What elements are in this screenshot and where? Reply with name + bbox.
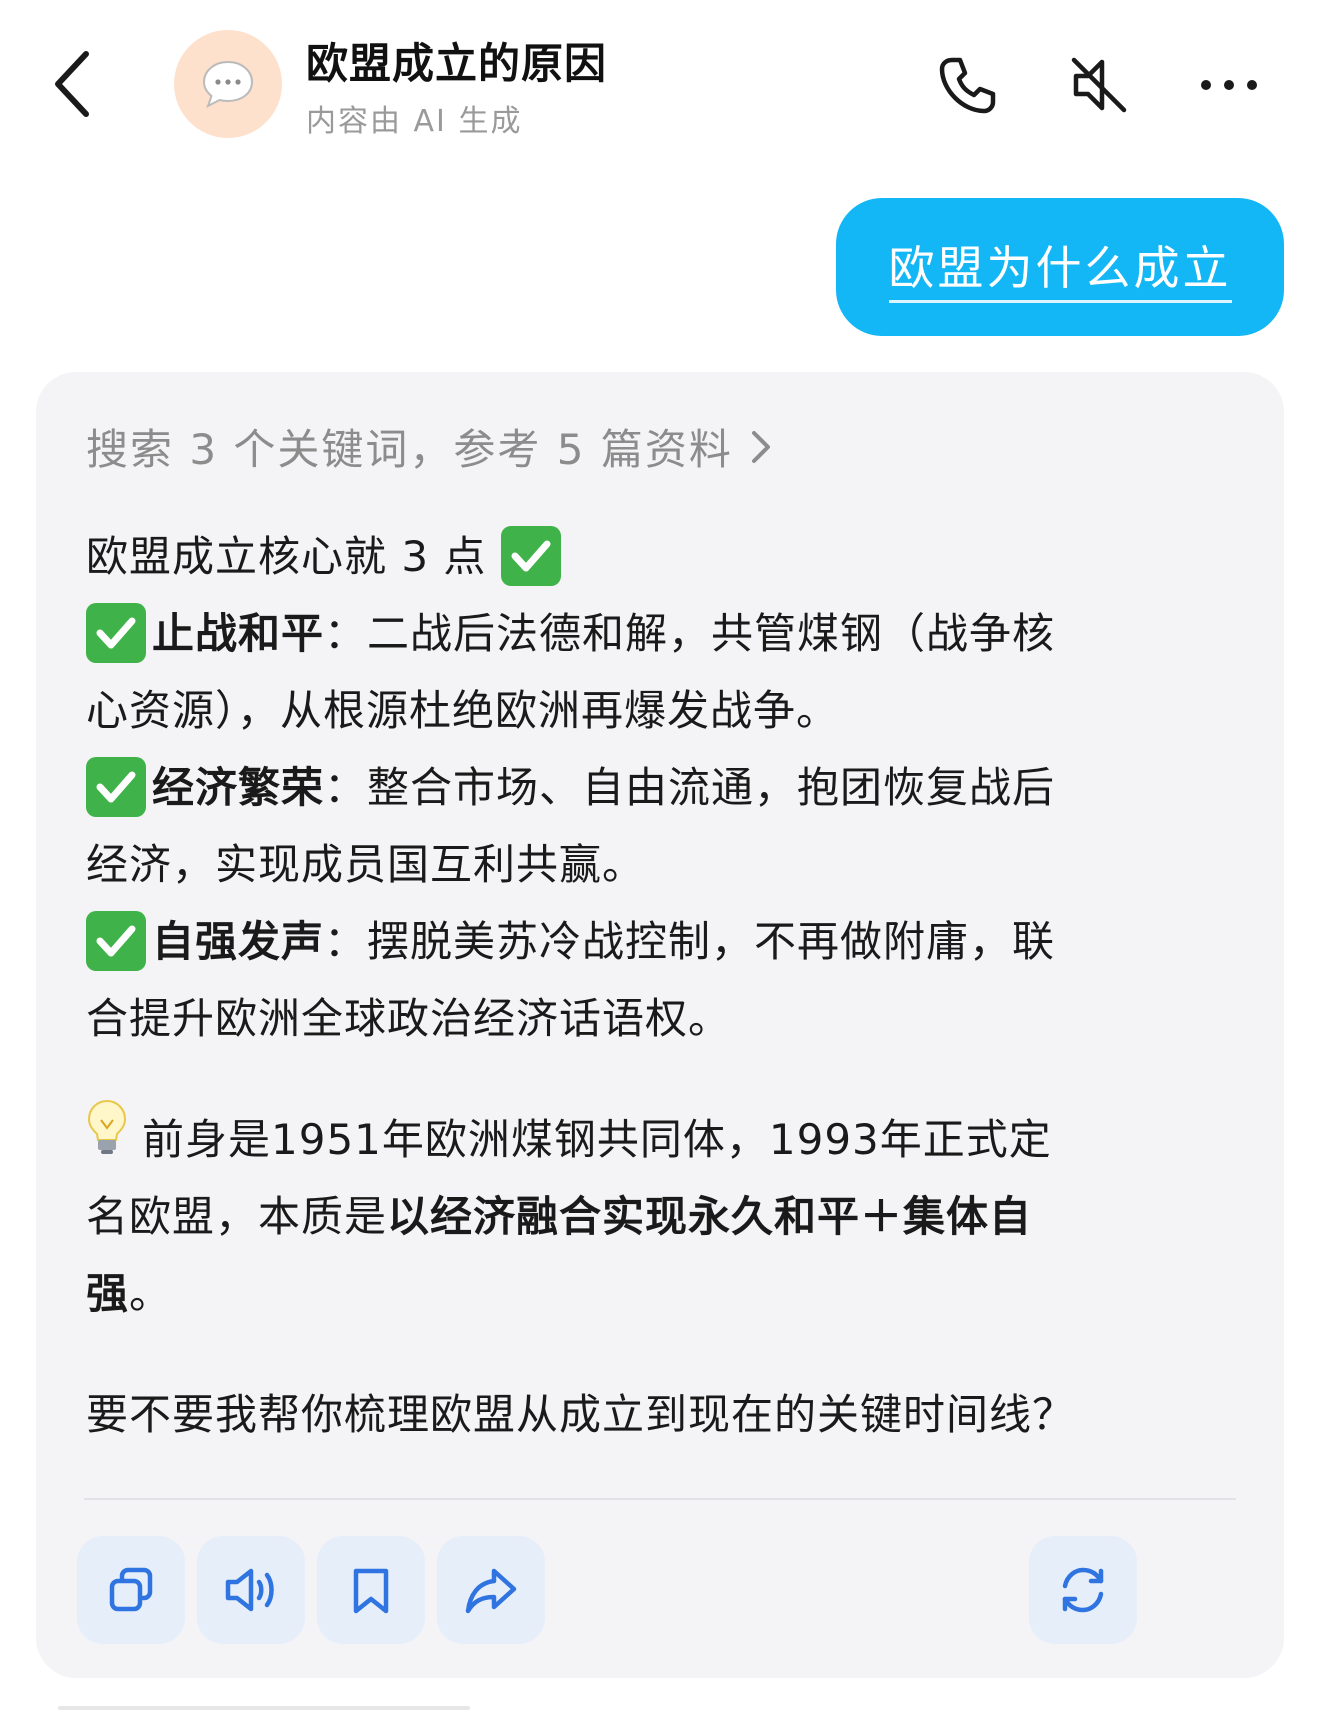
chevron-right-icon	[749, 427, 773, 467]
point-3-title: 自强发声	[152, 917, 325, 966]
avatar	[174, 30, 282, 138]
chat-screen: 欧盟成立的原因 内容由 AI 生成 欧盟为什么成立 搜索 3 个关键词，参考 5…	[0, 0, 1320, 1718]
scroll-indicator	[58, 1706, 470, 1710]
point-2-text: 整合市场、自由流通，抱团恢复战后	[367, 763, 1056, 812]
share-icon	[465, 1568, 517, 1614]
search-summary-link[interactable]: 搜索 3 个关键词，参考 5 篇资料	[86, 416, 773, 477]
read-aloud-button[interactable]	[197, 1536, 305, 1644]
point-2-line-1: 经济繁荣：整合市场、自由流通，抱团恢复战后	[86, 749, 1256, 826]
mute-button[interactable]	[1066, 52, 1132, 118]
chevron-left-icon	[55, 51, 89, 117]
answer-intro: 欧盟成立核心就 3 点	[86, 518, 1256, 595]
note-text-1: 前身是1951年欧洲煤钢共同体，1993年正式定	[142, 1115, 1052, 1164]
note-line-2: 名欧盟，本质是以经济融合实现永久和平＋集体自	[86, 1192, 1033, 1241]
search-summary-text: 搜索 3 个关键词，参考 5 篇资料	[86, 425, 733, 474]
speaker-icon	[225, 1568, 274, 1612]
check-mark-icon	[86, 756, 146, 817]
user-message-bubble[interactable]: 欧盟为什么成立	[836, 198, 1284, 336]
note-line-1: 前身是1951年欧洲煤钢共同体，1993年正式定	[86, 1098, 1256, 1180]
user-message-text: 欧盟为什么成立	[888, 232, 1232, 303]
bookmark-icon	[353, 1568, 389, 1614]
page-title: 欧盟成立的原因	[306, 39, 608, 88]
copy-icon	[109, 1567, 153, 1612]
point-1-line-2: 心资源），从根源杜绝欧洲再爆发战争。	[86, 686, 840, 735]
regenerate-button[interactable]	[1029, 1536, 1137, 1644]
note-emphasis: 以经济融合实现永久和平＋集体自	[387, 1192, 1033, 1241]
divider	[84, 1498, 1236, 1500]
point-3-line-2: 合提升欧洲全球政治经济话语权。	[86, 994, 732, 1043]
ai-generated-label: 内容由 AI 生成	[306, 104, 523, 139]
check-mark-icon	[86, 602, 146, 663]
chat-header: 欧盟成立的原因 内容由 AI 生成	[0, 0, 1320, 170]
share-button[interactable]	[437, 1536, 545, 1644]
phone-icon	[939, 57, 996, 114]
light-bulb-icon	[86, 1098, 128, 1180]
point-1-line-1: 止战和平：二战后法德和解，共管煤钢（战争核	[86, 595, 1256, 672]
back-button[interactable]	[48, 46, 100, 122]
point-2-title: 经济繁荣	[152, 763, 325, 812]
point-1-title: 止战和平	[152, 609, 325, 658]
mute-icon	[1071, 57, 1127, 113]
check-mark-icon	[500, 525, 561, 586]
more-button[interactable]	[1196, 52, 1262, 118]
follow-up-question: 要不要我帮你梳理欧盟从成立到现在的关键时间线？	[86, 1390, 1076, 1439]
answer-content: 欧盟成立核心就 3 点 止战和平：二战后法德和解，共管煤钢（战争核 心资源），从…	[86, 518, 1256, 1453]
regenerate-icon	[1062, 1567, 1104, 1613]
note-line-3: 强。	[86, 1269, 173, 1318]
more-icon	[1201, 80, 1257, 90]
ai-answer-card: 搜索 3 个关键词，参考 5 篇资料 欧盟成立核心就 3 点 止战和平：二战后法…	[36, 372, 1284, 1678]
copy-button[interactable]	[77, 1536, 185, 1644]
call-button[interactable]	[934, 52, 1000, 118]
point-1-text: 二战后法德和解，共管煤钢（战争核	[367, 609, 1056, 658]
point-2-line-2: 经济，实现成员国互利共赢。	[86, 840, 646, 889]
point-3-text: 摆脱美苏冷战控制，不再做附庸，联	[367, 917, 1056, 966]
point-3-line-1: 自强发声：摆脱美苏冷战控制，不再做附庸，联	[86, 903, 1256, 980]
check-mark-icon	[86, 910, 146, 971]
bookmark-button[interactable]	[317, 1536, 425, 1644]
chat-bubble-icon	[202, 60, 254, 109]
